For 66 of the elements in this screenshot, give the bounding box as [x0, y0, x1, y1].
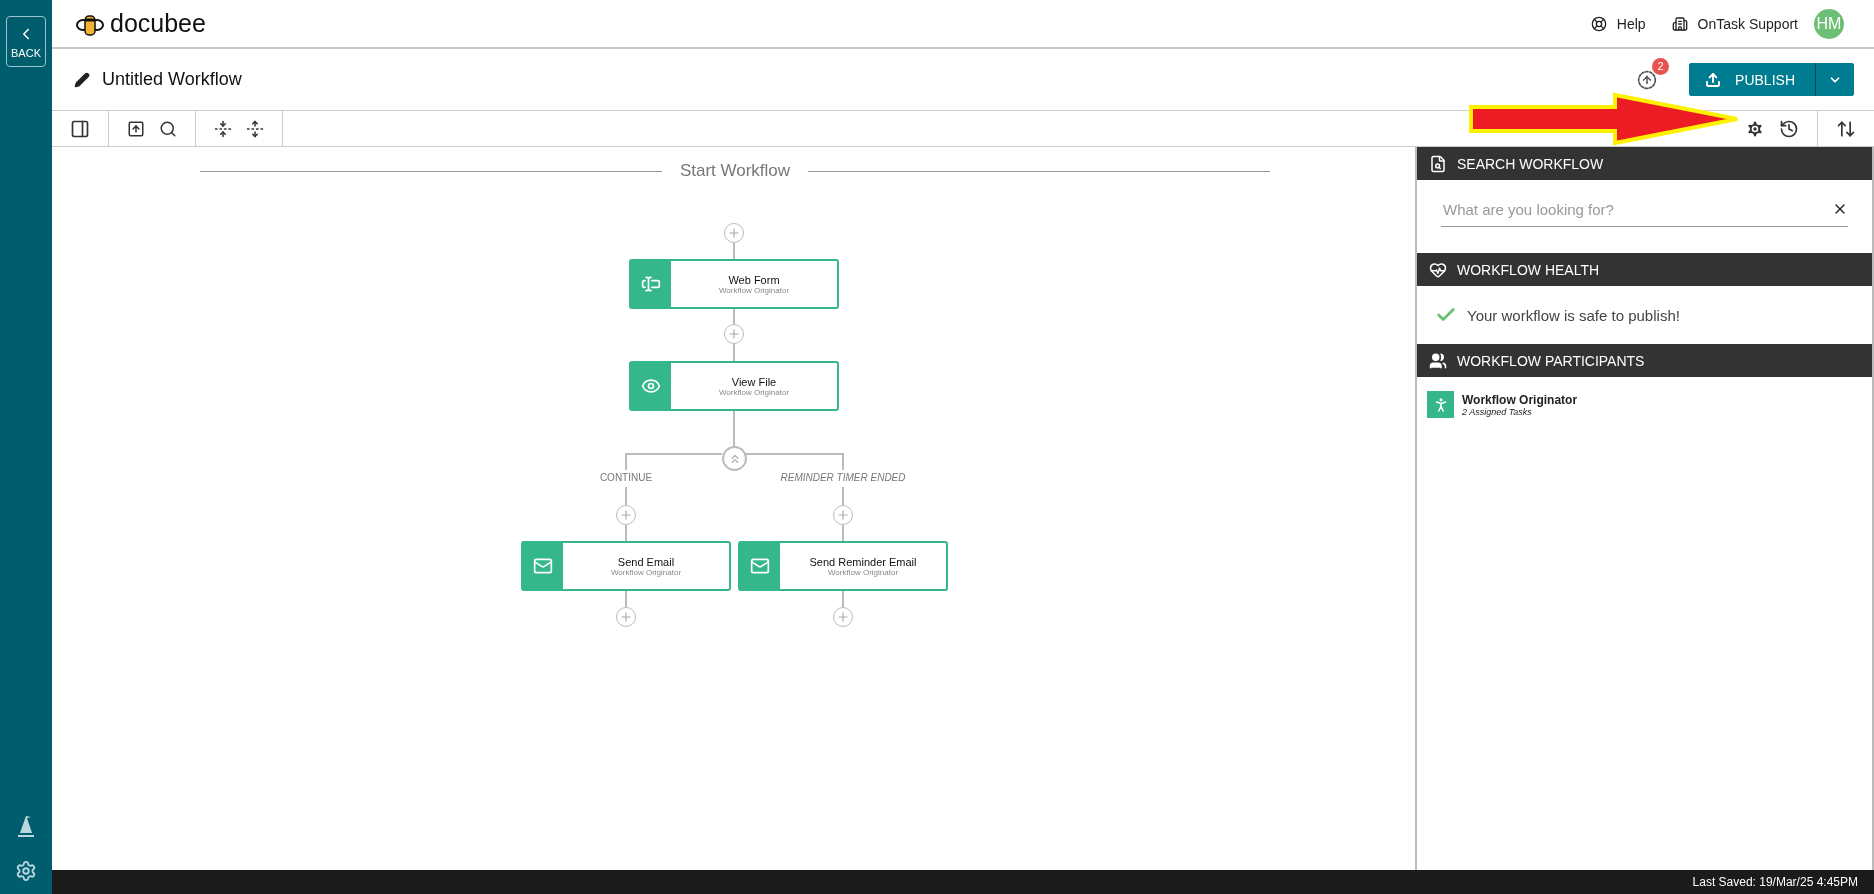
connector-line — [842, 590, 844, 608]
upload-status-button[interactable]: 2 — [1637, 57, 1670, 90]
publish-button[interactable]: PUBLISH — [1689, 63, 1816, 96]
history-icon[interactable] — [1779, 118, 1799, 139]
step-title: Web Form — [728, 273, 780, 286]
step-assignee: Workflow Originator — [827, 567, 899, 577]
plus-icon — [727, 327, 741, 341]
wizard-hat-icon[interactable] — [15, 814, 37, 838]
logo[interactable]: docubee — [76, 9, 206, 38]
plus-icon — [619, 610, 633, 624]
connector-line — [625, 524, 627, 542]
panel-heading: WORKFLOW HEALTH — [1457, 261, 1600, 278]
connector-line — [625, 590, 627, 608]
eye-icon — [641, 376, 661, 396]
search-icon[interactable] — [159, 119, 177, 138]
plus-icon — [836, 508, 850, 522]
envelope-icon — [750, 556, 770, 576]
plus-icon — [836, 610, 850, 624]
workflow-step[interactable]: View File Workflow Originator — [629, 361, 839, 411]
notification-badge: 2 — [1652, 57, 1670, 75]
participant-tasks: 2 Assigned Tasks — [1462, 406, 1532, 417]
search-document-icon — [1429, 154, 1447, 173]
participant-name[interactable]: Workflow Originator — [1462, 392, 1578, 407]
health-message: Your workflow is safe to publish! — [1467, 306, 1680, 324]
header-link[interactable]: Help — [1590, 15, 1646, 32]
step-title: Send Reminder Email — [809, 555, 917, 568]
plus-icon — [727, 226, 741, 240]
workflow-step[interactable]: Send Email Workflow Originator — [521, 541, 731, 591]
connector-line — [733, 410, 735, 447]
step-title: View File — [731, 375, 777, 388]
connector-line — [733, 308, 735, 325]
heart-pulse-icon — [1429, 260, 1447, 279]
connector-line — [842, 524, 844, 542]
workflow-title[interactable]: Untitled Workflow — [102, 69, 242, 90]
step-assignee: Workflow Originator — [718, 285, 790, 295]
person-icon — [1427, 391, 1454, 418]
workflow-step[interactable]: Send Reminder Email Workflow Originator — [738, 541, 948, 591]
panel-heading: SEARCH WORKFLOW — [1457, 155, 1604, 172]
branch-label: REMINDER TIMER ENDED — [780, 472, 906, 483]
envelope-icon — [533, 556, 553, 576]
panel-heading: WORKFLOW PARTICIPANTS — [1457, 352, 1645, 369]
collapse-icon[interactable] — [214, 119, 232, 138]
start-workflow-heading: Start Workflow — [679, 161, 791, 181]
step-title: Send Email — [617, 555, 675, 568]
pencil-icon[interactable] — [74, 71, 90, 88]
building-icon — [1671, 15, 1688, 32]
connector-line — [625, 486, 627, 506]
connector-line — [842, 486, 844, 506]
workflow-step[interactable]: Web Form Workflow Originator — [629, 259, 839, 309]
users-icon — [1429, 351, 1447, 370]
lifebuoy-icon — [1590, 15, 1607, 32]
form-field-icon — [641, 274, 661, 294]
plus-icon — [619, 508, 633, 522]
branch-label: CONTINUE — [599, 472, 653, 483]
connector-line — [733, 242, 735, 260]
upload-icon[interactable] — [127, 119, 145, 138]
step-assignee: Workflow Originator — [718, 387, 790, 397]
back-button[interactable]: BACK — [6, 16, 46, 67]
upload-circle-icon — [1637, 69, 1658, 90]
connector-line — [733, 343, 735, 362]
step-assignee: Workflow Originator — [610, 567, 682, 577]
expand-icon[interactable] — [246, 119, 264, 138]
panel-toggle-icon[interactable] — [70, 118, 90, 139]
last-saved-text: Last Saved: 19/Mar/25 4:45PM — [1692, 875, 1858, 889]
header-link[interactable]: OnTask Support — [1671, 15, 1798, 32]
upload-icon — [1705, 71, 1722, 88]
